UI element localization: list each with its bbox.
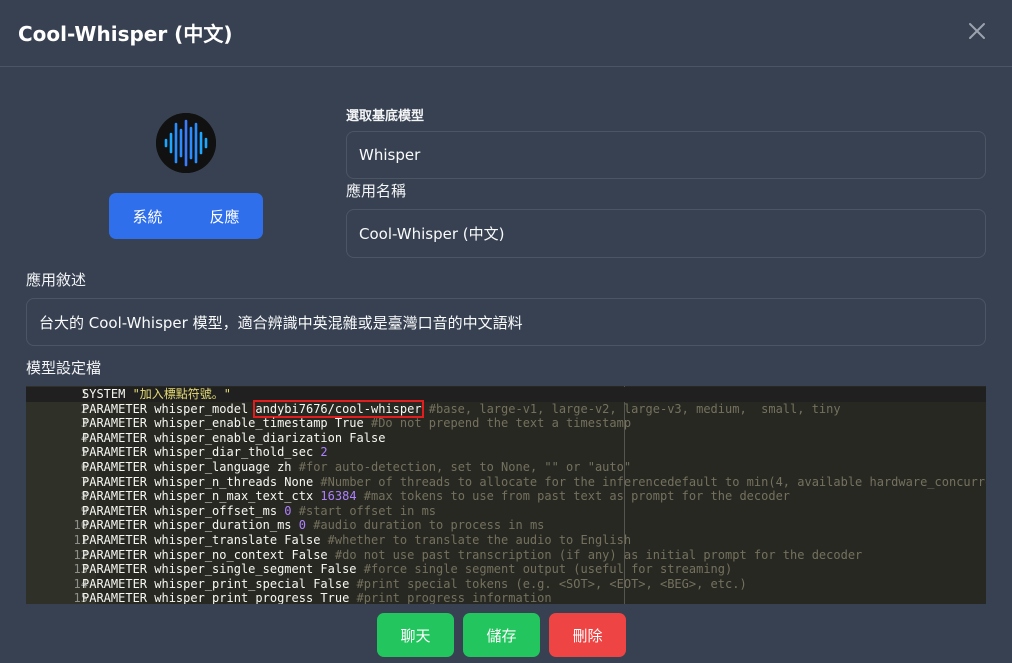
line-number: 4 (80, 430, 88, 445)
tab-system[interactable]: 系統 (109, 193, 186, 239)
description-field[interactable]: 台大的 Cool-Whisper 模型，適合辨識中英混雜或是臺灣口音的中文語料 (26, 298, 986, 346)
app-name-value: Cool-Whisper (中文) (359, 225, 505, 243)
code-text: PARAMETER whisper_model andybi7676/cool-… (82, 399, 841, 418)
code-text: PARAMETER whisper_duration_ms 0 #audio d… (82, 518, 545, 533)
code-text: PARAMETER whisper_translate False #wheth… (82, 533, 632, 547)
code-text: PARAMETER whisper_no_context False #do n… (82, 547, 863, 562)
close-icon[interactable] (964, 18, 990, 44)
code-text: PARAMETER whisper_n_max_text_ctx 16384 #… (82, 489, 791, 504)
line-number: 15 (73, 591, 88, 604)
app-name-field[interactable]: Cool-Whisper (中文) (346, 209, 986, 258)
base-model-label: 選取基底模型 (346, 109, 425, 124)
config-label: 模型設定檔 (26, 359, 102, 377)
line-number: 14 (73, 576, 88, 591)
audio-waveform-icon (156, 113, 216, 173)
app-mode-toggle: 系統 反應 (109, 193, 263, 239)
dialog-header: Cool-Whisper (中文) (0, 0, 1012, 67)
line-number: 1 (80, 387, 88, 401)
code-text: PARAMETER whisper_diar_thold_sec 2 (82, 445, 328, 460)
description-value: 台大的 Cool-Whisper 模型，適合辨識中英混雜或是臺灣口音的中文語料 (39, 313, 523, 332)
description-label: 應用敘述 (26, 271, 87, 289)
delete-button[interactable]: 刪除 (549, 613, 626, 657)
chat-button[interactable]: 聊天 (377, 613, 454, 657)
code-text: PARAMETER whisper_print_progress True #p… (82, 591, 552, 604)
line-number: 6 (80, 460, 88, 474)
code-text: SYSTEM "加入標點符號。" (82, 387, 232, 401)
dialog-title: Cool-Whisper (中文) (18, 22, 233, 46)
line-number: 13 (73, 562, 88, 577)
line-number: 7 (80, 474, 88, 489)
code-text: PARAMETER whisper_n_threads None #Number… (82, 474, 986, 489)
line-number: 9 (80, 503, 88, 518)
save-button[interactable]: 儲存 (463, 613, 540, 657)
line-number: 11 (73, 533, 88, 547)
base-model-value: Whisper (359, 146, 421, 164)
code-text: PARAMETER whisper_enable_diarization Fal… (82, 430, 386, 445)
tab-response[interactable]: 反應 (186, 193, 263, 239)
line-number: 2 (80, 401, 88, 416)
code-text: PARAMETER whisper_print_special False #p… (82, 576, 747, 591)
line-number: 10 (73, 518, 88, 533)
code-text: PARAMETER whisper_single_segment False #… (82, 562, 733, 577)
line-number: 3 (80, 416, 88, 431)
line-number: 5 (80, 445, 88, 460)
editor-line: 1 SYSTEM "加入標點符號。" (26, 387, 986, 402)
config-code-editor[interactable]: 1 SYSTEM "加入標點符號。" 2 PARAMETER whisper_mode… (26, 386, 986, 604)
code-text: PARAMETER whisper_language zh #for auto-… (82, 460, 632, 474)
code-text: PARAMETER whisper_enable_timestamp True … (82, 416, 632, 431)
app-name-label: 應用名稱 (346, 182, 407, 200)
line-number: 8 (80, 489, 88, 504)
base-model-field[interactable]: Whisper (346, 131, 986, 179)
line-number: 12 (73, 547, 88, 562)
code-text: PARAMETER whisper_offset_ms 0 #start off… (82, 503, 437, 518)
